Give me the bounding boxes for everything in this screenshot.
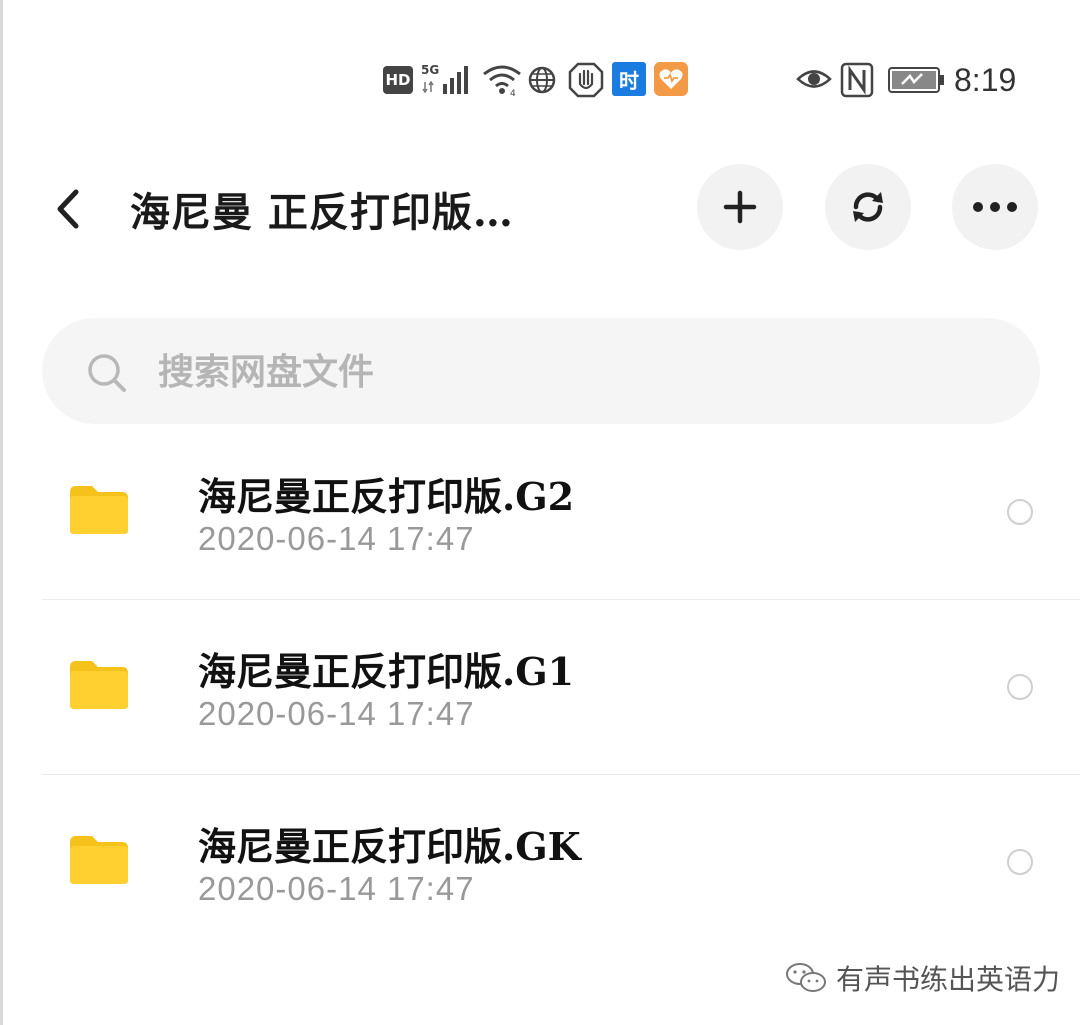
file-name: 海尼曼正反打印版.G1 [198,649,575,694]
add-button[interactable] [697,164,783,250]
back-button[interactable] [50,186,90,232]
svg-text:4: 4 [510,89,516,98]
search-bar[interactable] [42,318,1040,424]
heart-app-icon [654,62,688,96]
hd-icon: HD [383,66,413,94]
battery-icon [888,66,946,94]
wechat-icon [786,963,826,992]
left-edge-line [0,0,3,1025]
chevron-left-icon [57,189,79,229]
search-input[interactable] [158,344,758,400]
eye-icon [796,64,832,94]
plus-icon [723,190,757,224]
clock-time: 8:19 [954,61,1017,98]
watermark-text: 有声书练出英语力 [836,963,1061,996]
select-radio[interactable] [1007,499,1033,525]
select-radio[interactable] [1007,674,1033,700]
search-icon [88,354,126,392]
globe-icon [526,64,558,96]
refresh-button[interactable] [825,164,911,250]
refresh-icon [853,192,883,222]
file-row-gk[interactable]: 海尼曼正反打印版.GK 2020-06-14 17:47 [42,778,1080,953]
folder-icon [70,486,128,534]
more-dots-icon [973,202,1017,212]
divider [42,599,1080,600]
status-bar: HD 5G 4 时 8:19 [0,58,1080,104]
file-date: 2020-06-14 17:47 [198,695,475,732]
file-date: 2020-06-14 17:47 [198,870,475,907]
watermark: 有声书练出英语力 [784,958,1060,998]
more-button[interactable] [952,164,1038,250]
select-radio[interactable] [1007,849,1033,875]
file-row-g1[interactable]: 海尼曼正反打印版.G1 2020-06-14 17:47 [42,603,1080,778]
file-name: 海尼曼正反打印版.G2 [198,474,575,519]
shi-app-icon: 时 [612,62,646,96]
folder-icon [70,661,128,709]
file-date: 2020-06-14 17:47 [198,520,475,557]
nfc-icon [840,62,874,98]
wifi-icon: 4 [482,62,522,98]
page-title: 海尼曼 正反打印版… [130,189,514,236]
file-row-g2[interactable]: 海尼曼正反打印版.G2 2020-06-14 17:47 [42,428,1080,603]
folder-icon [70,836,128,884]
network-label: 5G [421,63,439,77]
hand-icon [568,62,604,98]
file-name: 海尼曼正反打印版.GK [198,824,581,869]
divider [42,774,1080,775]
signal-icon: 5G [421,62,475,98]
